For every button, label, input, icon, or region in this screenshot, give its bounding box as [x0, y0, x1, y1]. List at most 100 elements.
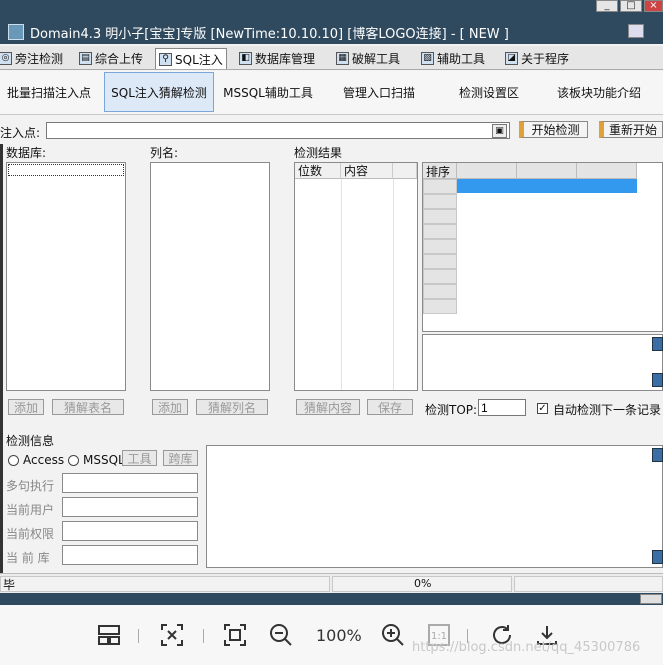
history-dropdown-icon[interactable]: ▣: [492, 124, 507, 138]
close-button[interactable]: ×: [644, 0, 663, 12]
status-segment: [0, 576, 330, 592]
selected-row[interactable]: [457, 179, 637, 193]
tab-side-check[interactable]: ◎ 旁注检测: [0, 48, 66, 69]
app-icon: [8, 24, 24, 40]
current-user-field[interactable]: [62, 497, 198, 517]
watermark: https://blog.csdn.net/qq_45300786: [412, 640, 641, 655]
toolbar-divider: [203, 629, 204, 643]
column-header-content[interactable]: 内容: [341, 163, 393, 179]
top-input[interactable]: [478, 399, 526, 416]
keyboard-icon: ▦: [336, 52, 349, 65]
status-segment: [514, 576, 663, 592]
magnifier-icon: ⚲: [159, 52, 172, 66]
grid-header-cell[interactable]: [517, 163, 577, 179]
tab-label: 综合上传: [95, 52, 144, 66]
add-database-button[interactable]: 添加: [8, 399, 44, 415]
layout-icon[interactable]: [97, 623, 121, 647]
auto-next-checkbox[interactable]: ✓: [537, 403, 548, 414]
resize-grip-icon[interactable]: [640, 594, 662, 604]
tab-database[interactable]: ◧ 数据库管理: [236, 48, 318, 69]
fit-screen-icon[interactable]: [160, 623, 184, 647]
subtab-mssql-tools[interactable]: MSSQL辅助工具: [222, 72, 314, 112]
row-header[interactable]: [423, 239, 457, 254]
grid-header-cell[interactable]: [577, 163, 637, 179]
scroll-down-icon[interactable]: [652, 550, 663, 564]
row-header[interactable]: [423, 284, 457, 299]
guess-columns-button[interactable]: 猜解列名: [196, 399, 268, 415]
tab-crack-tools[interactable]: ▦ 破解工具: [333, 48, 403, 69]
detect-info-label: 检测信息: [6, 434, 55, 448]
zoom-out-icon[interactable]: [269, 623, 293, 647]
guess-tables-button[interactable]: 猜解表名: [52, 399, 124, 415]
scroll-up-icon[interactable]: [652, 448, 663, 462]
minimize-button[interactable]: _: [596, 0, 618, 12]
row-header[interactable]: [423, 269, 457, 284]
zoom-level: 100%: [316, 626, 362, 645]
row-header[interactable]: [423, 299, 457, 314]
sub-tab-bar: 批量扫描注入点 SQL注入猜解检测 MSSQL辅助工具 管理入口扫描 检测设置区…: [0, 71, 663, 115]
log-textarea[interactable]: [206, 445, 663, 568]
subtab-admin-scan[interactable]: 管理入口扫描: [333, 72, 425, 112]
maximize-button[interactable]: □: [620, 0, 642, 12]
toolbar-divider: [138, 629, 139, 643]
row-header[interactable]: [423, 179, 457, 194]
multi-exec-field[interactable]: [62, 473, 198, 493]
inject-point-input[interactable]: [46, 122, 510, 139]
tab-about[interactable]: ◪ 关于程序: [502, 48, 572, 69]
column-header-digits[interactable]: 位数: [295, 163, 341, 179]
grid-header-sort[interactable]: 排序: [423, 163, 457, 179]
column-divider: [341, 179, 342, 390]
current-db-field[interactable]: [62, 545, 198, 565]
column-header-extra[interactable]: [393, 163, 417, 179]
add-column-button[interactable]: 添加: [152, 399, 188, 415]
data-grid[interactable]: 排序: [422, 162, 663, 332]
scroll-down-icon[interactable]: [652, 373, 663, 387]
restore-icon[interactable]: [628, 24, 644, 38]
tab-aux-tools[interactable]: ▧ 辅助工具: [418, 48, 488, 69]
tab-label: 破解工具: [352, 52, 401, 66]
database-icon: ◧: [239, 52, 252, 65]
tab-upload[interactable]: ▤ 综合上传: [76, 48, 146, 69]
current-perm-field[interactable]: [62, 521, 198, 541]
access-label: Access: [23, 453, 65, 467]
row-header[interactable]: [423, 209, 457, 224]
zoom-in-icon[interactable]: [381, 623, 405, 647]
detail-textarea[interactable]: [422, 334, 663, 391]
columns-list[interactable]: [150, 162, 270, 391]
top-label: 检测TOP:: [425, 403, 478, 417]
subtab-settings[interactable]: 检测设置区: [446, 72, 532, 112]
current-user-label: 当前用户: [6, 503, 55, 517]
save-button[interactable]: 保存: [367, 399, 413, 415]
column-divider: [393, 179, 394, 390]
guess-content-button[interactable]: 猜解内容: [296, 399, 360, 415]
tool-button[interactable]: 工具: [122, 450, 157, 466]
cross-db-button[interactable]: 跨库: [163, 450, 198, 466]
window-bottom-edge: [0, 593, 663, 605]
inject-point-label: 注入点:: [0, 126, 41, 140]
list-item[interactable]: [8, 164, 124, 176]
tab-sql-injection[interactable]: ⚲ SQL注入: [155, 48, 227, 69]
grid-header-cell[interactable]: [457, 163, 517, 179]
row-header[interactable]: [423, 224, 457, 239]
subtab-batch-scan[interactable]: 批量扫描注入点: [0, 72, 98, 112]
mssql-label: MSSQL: [83, 453, 125, 467]
tab-label: 数据库管理: [255, 52, 316, 66]
actual-size-icon[interactable]: [223, 623, 247, 647]
mssql-radio[interactable]: MSSQL: [68, 453, 125, 467]
restart-button[interactable]: 重新开始: [599, 121, 663, 138]
row-header[interactable]: [423, 194, 457, 209]
radio-icon: [8, 454, 19, 466]
main-tab-bar: ◎ 旁注检测 ▤ 综合上传 ⚲ SQL注入 ◧ 数据库管理 ▦ 破解工具 ▧ 辅助工具 ◪ 关…: [0, 46, 663, 70]
subtab-sql-guess[interactable]: SQL注入猜解检测: [104, 72, 214, 112]
subtab-about-module[interactable]: 该板块功能介绍: [548, 72, 650, 112]
database-list[interactable]: [6, 162, 126, 391]
start-detect-button[interactable]: 开始检测: [519, 121, 588, 138]
result-list[interactable]: 位数 内容: [294, 162, 418, 391]
window-left-edge: [0, 144, 3, 604]
row-header[interactable]: [423, 254, 457, 269]
tab-label: 辅助工具: [437, 52, 486, 66]
tab-label: 旁注检测: [15, 52, 64, 66]
access-radio[interactable]: Access: [8, 453, 64, 467]
columns-label: 列名:: [150, 146, 179, 160]
scroll-up-icon[interactable]: [652, 337, 663, 351]
